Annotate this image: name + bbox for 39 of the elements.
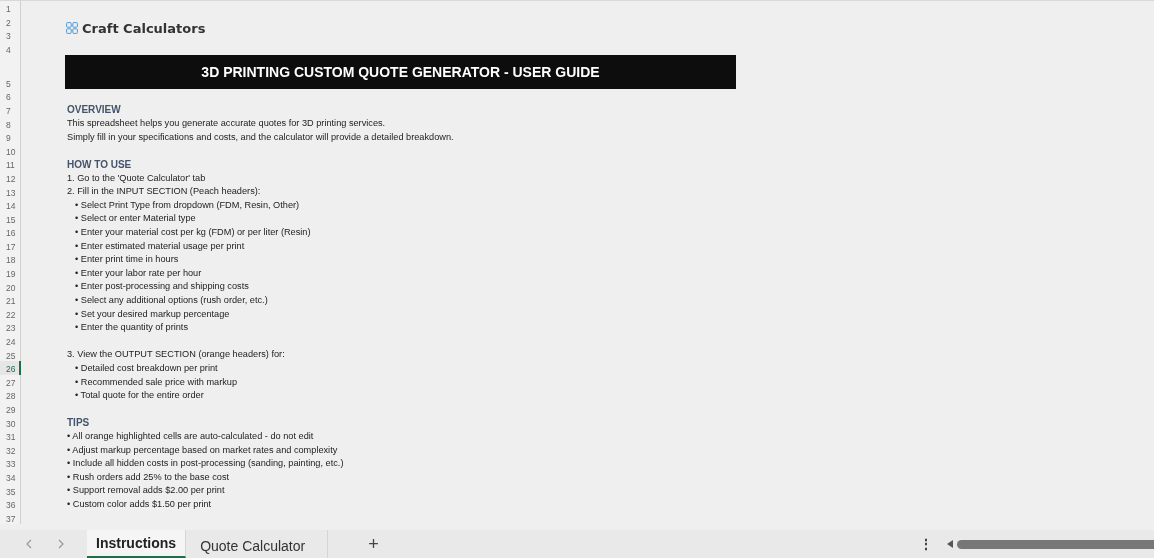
- guide-text: • Select any additional options (rush order, etc.): [74, 293, 269, 307]
- more-options-button[interactable]: ⋮: [919, 530, 933, 558]
- guide-text: • Enter post-processing and shipping costs: [74, 280, 250, 294]
- guide-text: • Set your desired markup percentage: [74, 307, 231, 321]
- guide-text: • Adjust markup percentage based on market rates and complexity: [66, 443, 339, 457]
- guide-text: • Enter print time in hours: [74, 253, 180, 266]
- guide-text: • Enter the quantity of prints: [74, 321, 190, 334]
- grid-icon: [66, 22, 78, 35]
- section-heading: OVERVIEW: [66, 103, 122, 117]
- guide-text: 2. Fill in the INPUT SECTION (Peach headers):: [66, 185, 262, 198]
- guide-text: 1. Go to the 'Quote Calculator' tab: [66, 171, 207, 185]
- guide-text: • Include all hidden costs in post-processing (sanding, painting, etc.): [66, 457, 345, 470]
- section-heading: TIPS: [66, 416, 91, 430]
- guide-text: • Enter estimated material usage per print: [74, 239, 246, 253]
- row-header[interactable]: 26: [0, 361, 21, 375]
- scroll-left-icon[interactable]: [947, 540, 953, 548]
- guide-text: Simply fill in your specifications and costs, and the calculator will provide a detailed breakdown.: [66, 130, 455, 144]
- section-heading: HOW TO USE: [66, 157, 133, 171]
- add-sheet-button[interactable]: +: [368, 530, 379, 558]
- next-sheet-icon[interactable]: [58, 539, 64, 549]
- guide-text: This spreadsheet helps you generate accurate quotes for 3D printing services.: [66, 117, 387, 131]
- guide-text: • Enter your material cost per kg (FDM) or per liter (Resin): [74, 226, 312, 239]
- guide-text: • Custom color adds $1.50 per print: [66, 497, 213, 511]
- guide-text: • Rush orders add 25% to the base cost: [66, 470, 231, 484]
- scrollbar-thumb[interactable]: [957, 539, 1154, 549]
- guide-text: • Select Print Type from dropdown (FDM, Resin, Other): [74, 198, 301, 212]
- guide-text: 3. View the OUTPUT SECTION (orange headers) for:: [66, 348, 286, 362]
- guide-text: • Support removal adds $2.00 per print: [66, 484, 226, 498]
- guide-text: • Detailed cost breakdown per print: [74, 361, 219, 375]
- guide-text: • Select or enter Material type: [74, 212, 197, 226]
- title-banner: 3D PRINTING CUSTOM QUOTE GENERATOR - USER GUIDE: [65, 55, 736, 90]
- sheet-tab[interactable]: Instructions: [87, 530, 187, 558]
- guide-text: • All orange highlighted cells are auto-calculated - do not edit: [66, 429, 315, 443]
- guide-text: • Total quote for the entire order: [74, 389, 205, 402]
- previous-sheet-icon[interactable]: [26, 539, 32, 549]
- guide-text: • Enter your labor rate per hour: [74, 266, 203, 280]
- guide-text: • Recommended sale price with markup: [74, 375, 239, 389]
- logo-text: Craft Calculators: [82, 20, 206, 36]
- sheet-tab[interactable]: Quote Calculator: [186, 530, 329, 558]
